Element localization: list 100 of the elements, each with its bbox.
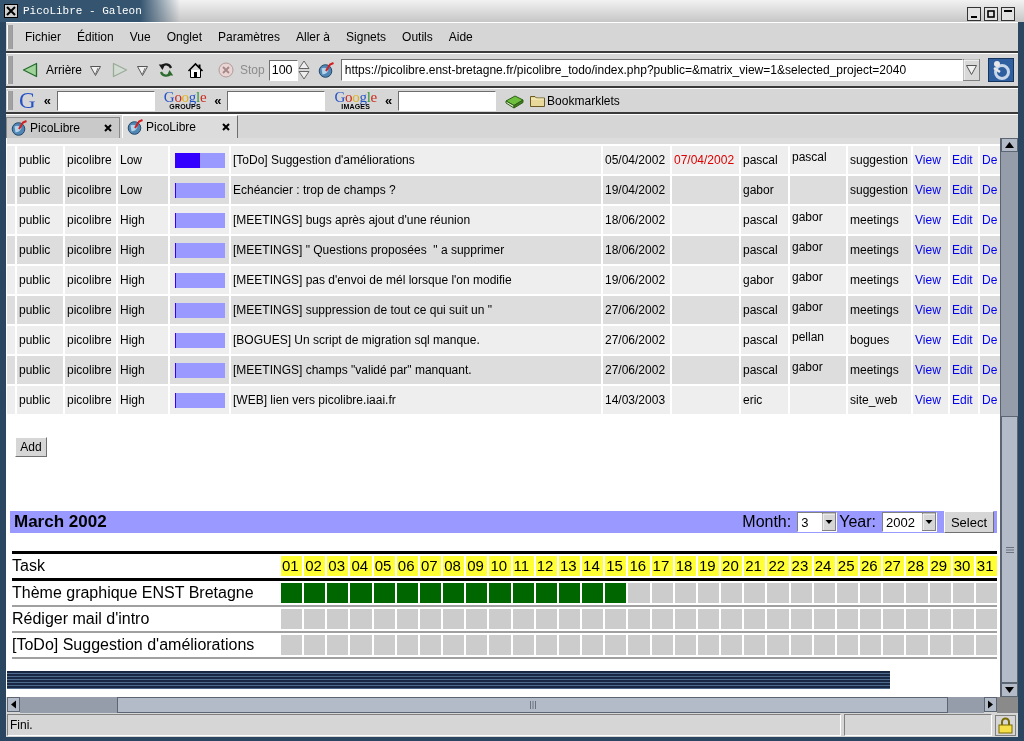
menu-item[interactable]: Fichier [17,30,69,44]
search-arrow-button[interactable]: « [43,93,51,108]
toolbar-grip[interactable] [7,25,13,49]
table-cell: 27/06/2002 [605,303,666,317]
table-cell: High [120,273,145,287]
menu-item[interactable]: Paramètres [210,30,288,44]
action-link[interactable]: Edit [952,363,973,377]
table-cell: 19/04/2002 [605,183,666,197]
select-button[interactable]: Select [944,511,994,533]
table-cell: suggestion [850,153,909,167]
table-cell: public [19,153,51,167]
table-cell: pascal [743,243,778,257]
zoom-field[interactable]: 100 [268,59,298,81]
search-field[interactable] [56,90,155,111]
menu-item[interactable]: Aide [440,30,481,44]
caret-down-icon[interactable] [963,59,980,81]
action-link[interactable]: De [982,243,998,257]
action-link[interactable]: View [915,363,941,377]
action-link[interactable]: Edit [952,303,973,317]
minimize-icon[interactable] [967,7,981,21]
action-link[interactable]: View [915,273,941,287]
lock-icon[interactable] [995,714,1016,736]
table-cell: pascal [743,303,778,317]
add-button[interactable]: Add [15,437,47,457]
globe-icon [127,119,143,135]
throbber-icon[interactable] [988,58,1014,82]
day-number: 30 [952,556,974,576]
action-link[interactable]: Edit [952,183,973,197]
action-link[interactable]: View [915,393,941,407]
table-cell: meetings [850,273,899,287]
table-cell: picolibre [67,183,112,197]
month-select[interactable]: 3 [797,512,838,532]
browser-tab[interactable]: PicoLibre [6,117,120,138]
menu-item[interactable]: Outils [394,30,441,44]
table-cell: site_web [850,393,898,407]
table-cell: picolibre [67,213,112,227]
year-select[interactable]: 2002 [882,512,937,532]
action-link[interactable]: Edit [952,273,973,287]
shade-icon[interactable] [1001,7,1015,21]
table-cell: bogues [850,333,890,347]
search-field[interactable] [227,90,326,111]
scrollbar-thumb[interactable] [1001,416,1018,683]
toolbar-grip[interactable] [7,56,13,84]
action-link[interactable]: De [982,303,998,317]
table-cell: public [19,303,51,317]
url-field[interactable]: https://picolibre.enst-bretagne.fr/picolibre_todo/index.php?public=&matrix_view=1&selected_project=2040 [340,59,963,81]
search-field[interactable] [398,90,497,111]
action-link[interactable]: Edit [952,213,973,227]
table-cell: picolibre [67,333,112,347]
action-link[interactable]: View [915,243,941,257]
menu-item[interactable]: Signets [338,30,395,44]
action-link[interactable]: View [915,153,941,167]
day-number: 03 [327,556,349,576]
menu-item[interactable]: Aller à [288,30,339,44]
menu-item[interactable]: Vue [121,30,159,44]
table-cell: gabor [792,210,823,224]
caret-down-icon[interactable] [137,64,148,76]
action-link[interactable]: Edit [952,243,973,257]
close-icon[interactable] [4,4,18,18]
table-cell: [MEETINGS] bugs après ajout d'une réunion [233,213,471,227]
action-link[interactable]: Edit [952,153,973,167]
table-cell: 18/06/2002 [605,213,666,227]
day-number: 01 [281,556,303,576]
back-button[interactable]: Arrière [19,56,85,84]
close-icon[interactable] [222,123,230,131]
action-link[interactable]: De [982,393,998,407]
action-link[interactable]: De [982,273,998,287]
action-link[interactable]: View [915,303,941,317]
table-cell: public [19,183,51,197]
search-arrow-button[interactable]: « [214,93,222,108]
table-cell: pascal [743,213,778,227]
action-link[interactable]: De [982,183,998,197]
toolbar-grip[interactable] [7,91,13,110]
google-logo: G [19,90,36,111]
action-link[interactable]: View [915,213,941,227]
table-cell: public [19,213,51,227]
menu-item[interactable]: Édition [69,30,122,44]
caret-down-icon[interactable] [90,64,101,76]
action-link[interactable]: De [982,333,998,347]
action-link[interactable]: View [915,183,941,197]
action-link[interactable]: De [982,213,998,227]
home-icon[interactable] [187,61,204,79]
table-cell: [WEB] lien vers picolibre.iaai.fr [233,393,396,407]
menu-item[interactable]: Onglet [158,30,210,44]
close-icon[interactable] [104,124,112,132]
action-link[interactable]: De [982,363,998,377]
bookmark-folder-button[interactable]: Bookmarklets [530,93,620,108]
task-name: [ToDo] Suggestion d'améliorations [12,635,256,655]
table-cell: [ToDo] Suggestion d'améliorations [233,153,415,167]
action-link[interactable]: De [982,153,998,167]
search-arrow-button[interactable]: « [384,93,393,108]
spin-arrows-icon[interactable] [297,59,310,81]
maximize-icon[interactable] [984,7,998,21]
browser-tab[interactable]: PicoLibre [122,115,238,138]
task-name: Thème graphique ENST Bretagne [12,583,255,603]
action-link[interactable]: Edit [952,333,973,347]
action-link[interactable]: Edit [952,393,973,407]
table-cell: [MEETINGS] pas d'envoi de mél lorsque l'on modifie [233,273,512,287]
reload-icon[interactable] [158,62,174,78]
action-link[interactable]: View [915,333,941,347]
